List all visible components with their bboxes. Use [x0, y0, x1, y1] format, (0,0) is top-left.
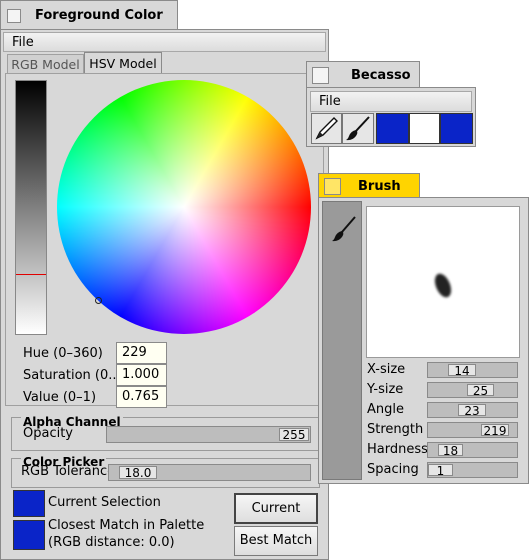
rgb-tolerance-label: RGB Tolerance [21, 464, 116, 479]
rgb-tolerance-slider[interactable]: 18.0 [108, 464, 311, 481]
brush-window-tab[interactable]: Brush [318, 173, 420, 198]
tab-label: RGB Model [11, 57, 80, 72]
current-selection-label: Current Selection [48, 495, 161, 510]
tab-hsv-model[interactable]: HSV Model [84, 52, 162, 74]
angle-label: Angle [367, 402, 404, 417]
menubar: File [310, 91, 472, 112]
foreground-color-well-secondary[interactable] [440, 113, 473, 144]
y-size-slider[interactable]: 25 [427, 382, 518, 398]
window-title: Brush [358, 178, 401, 194]
menu-file[interactable]: File [319, 94, 341, 109]
y-size-label: Y-size [367, 382, 404, 397]
brush-shape-preview [431, 271, 455, 300]
angle-slider[interactable]: 23 [427, 402, 518, 418]
x-size-slider[interactable]: 14 [427, 362, 518, 378]
brush-preview [366, 206, 520, 358]
window-close-box[interactable] [324, 177, 341, 195]
opacity-label: Opacity [23, 426, 74, 441]
brush-window [318, 197, 529, 484]
rgb-tolerance-value: 18.0 [124, 466, 152, 480]
angle-knob[interactable]: 23 [458, 404, 486, 418]
color-wheel-cursor[interactable] [95, 297, 102, 304]
hardness-knob[interactable]: 18 [438, 444, 463, 458]
rgb-tolerance-slider-knob[interactable]: 18.0 [119, 466, 157, 480]
current-button[interactable]: Current [234, 493, 318, 524]
brush-icon [332, 216, 356, 242]
menubar: File [3, 32, 326, 52]
hardness-slider[interactable]: 18 [427, 442, 518, 458]
window-title: Becasso [351, 67, 411, 83]
spacing-knob[interactable]: 1 [428, 464, 453, 478]
hue-field[interactable]: 229 [116, 342, 167, 364]
strength-label: Strength [367, 422, 424, 437]
tab-rgb-model[interactable]: RGB Model [7, 54, 84, 73]
closest-match-swatch [13, 520, 45, 550]
foreground-window-tab[interactable]: Foreground Color [0, 0, 178, 30]
x-size-label: X-size [367, 362, 406, 377]
color-wheel[interactable] [57, 80, 311, 334]
best-match-button-label: Best Match [239, 533, 313, 548]
closest-match-label: Closest Match in Palette [48, 518, 205, 533]
brush-toolstrip [322, 201, 362, 480]
window-close-box[interactable] [312, 66, 329, 84]
window-title: Foreground Color [35, 8, 163, 23]
x-size-value: 14 [454, 364, 470, 378]
spacing-label: Spacing [367, 462, 419, 477]
saturation-label: Saturation (0... [23, 368, 121, 383]
opacity-slider[interactable]: 255 [106, 426, 311, 443]
becasso-window-tab[interactable]: Becasso [306, 61, 420, 88]
value-field[interactable]: 0.765 [116, 386, 167, 408]
value-slider-marker[interactable] [16, 274, 46, 275]
pencil-icon [315, 117, 338, 140]
menu-file[interactable]: File [12, 35, 34, 50]
hardness-value: 18 [442, 444, 459, 458]
tab-label: HSV Model [89, 56, 157, 71]
hue-label: Hue (0–360) [23, 346, 103, 361]
brush-tool-button[interactable] [342, 113, 374, 144]
pencil-tool-button[interactable] [311, 113, 342, 144]
strength-slider[interactable]: 219 [427, 422, 518, 438]
spacing-value: 1 [436, 464, 445, 478]
current-button-label: Current [251, 501, 301, 516]
opacity-slider-knob[interactable]: 255 [279, 428, 309, 442]
y-size-knob[interactable]: 25 [467, 384, 494, 398]
value-label: Value (0–1) [23, 390, 97, 405]
closest-match-distance: (RGB distance: 0.0) [48, 535, 175, 550]
foreground-color-well[interactable] [376, 113, 409, 144]
window-close-box[interactable] [7, 8, 21, 23]
y-size-value: 25 [472, 384, 489, 398]
best-match-button[interactable]: Best Match [234, 526, 318, 556]
background-color-well[interactable] [409, 113, 440, 144]
becasso-window: File [306, 87, 476, 147]
x-size-knob[interactable]: 14 [448, 364, 476, 378]
strength-value: 219 [483, 424, 507, 438]
strength-knob[interactable]: 219 [481, 424, 509, 438]
angle-value: 23 [464, 404, 480, 418]
current-selection-swatch [13, 490, 45, 517]
hardness-label: Hardness [367, 442, 428, 457]
spacing-slider[interactable]: 1 [427, 462, 518, 478]
brush-icon [346, 116, 370, 141]
value-slider[interactable] [15, 80, 47, 335]
opacity-value: 255 [282, 428, 306, 442]
foreground-color-window: File RGB Model HSV Model Hue (0–360) 229… [0, 29, 329, 560]
saturation-field[interactable]: 1.000 [116, 364, 167, 386]
